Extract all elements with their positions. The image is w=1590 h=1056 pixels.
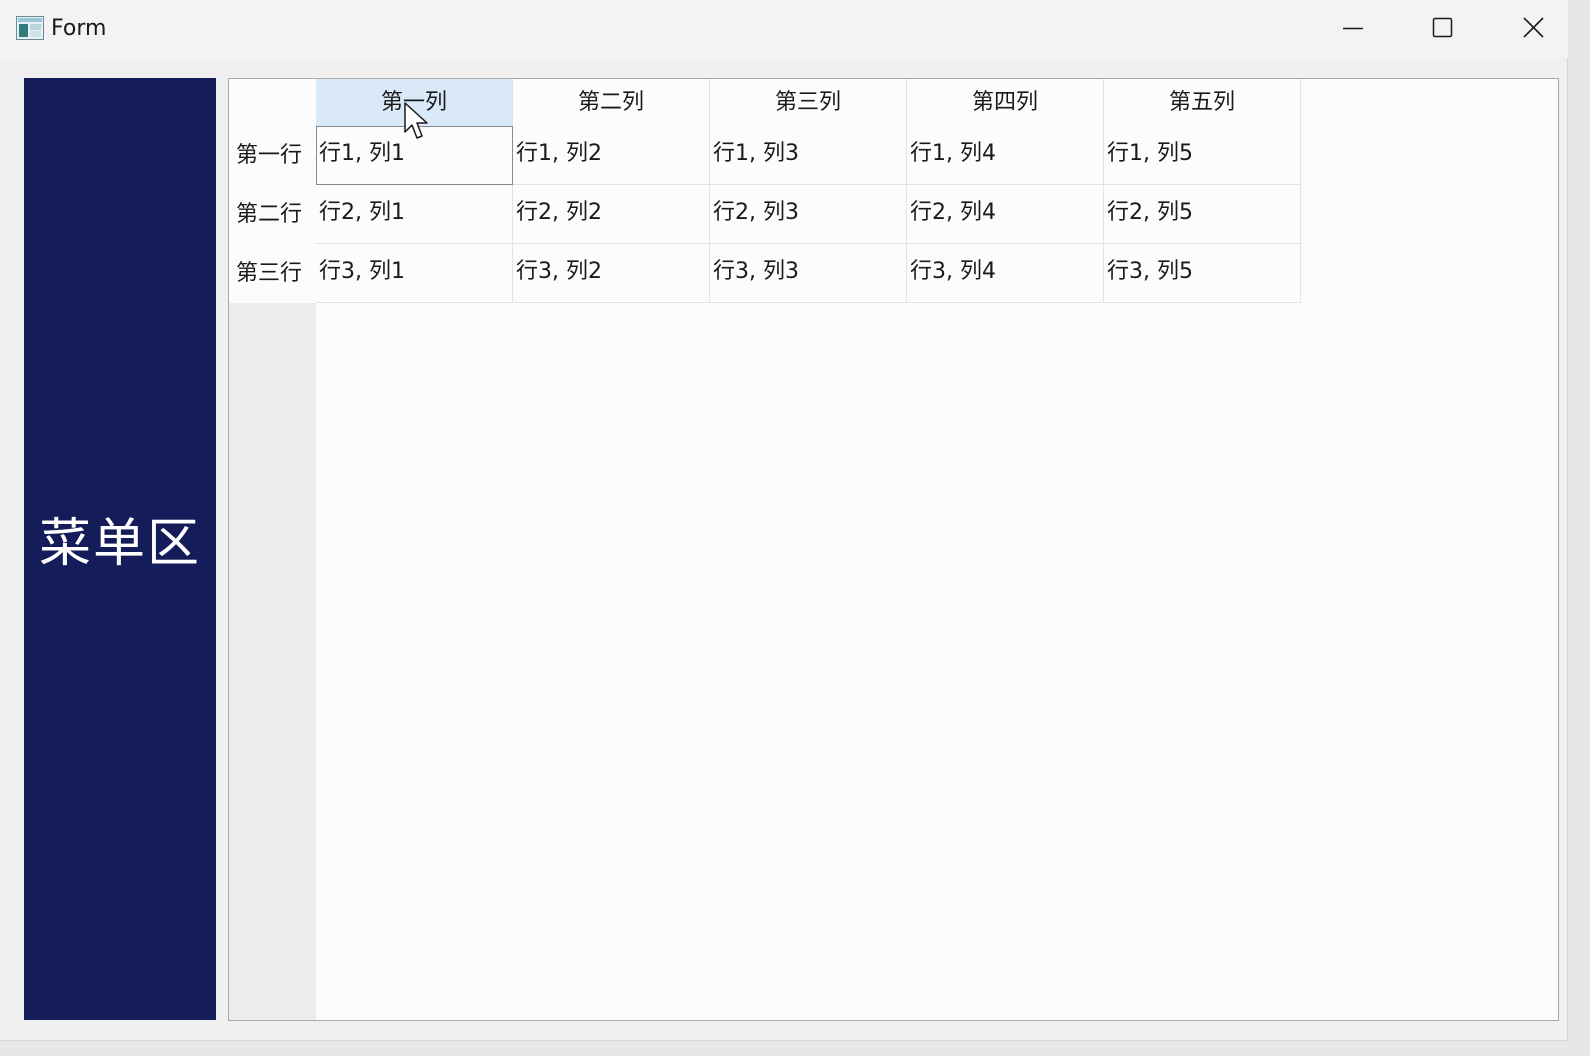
maximize-button[interactable] xyxy=(1398,0,1488,56)
minimize-button[interactable] xyxy=(1308,0,1398,56)
table-cell[interactable]: 行1, 列2 xyxy=(513,126,710,185)
title-bar[interactable]: Form xyxy=(0,0,1568,58)
column-header-5[interactable]: 第五列 xyxy=(1104,79,1301,126)
column-header-4[interactable]: 第四列 xyxy=(907,79,1104,126)
column-header-1[interactable]: 第一列 xyxy=(316,79,513,126)
close-button[interactable] xyxy=(1488,0,1578,56)
corner-header[interactable] xyxy=(229,79,316,126)
table-cell[interactable]: 行3, 列3 xyxy=(710,244,907,303)
window-title: Form xyxy=(51,14,106,44)
close-icon xyxy=(1488,0,1578,56)
table-cell[interactable]: 行1, 列1 xyxy=(316,126,513,185)
table-cell[interactable]: 行3, 列1 xyxy=(316,244,513,303)
row-header-empty-area xyxy=(229,303,316,1021)
minimize-icon xyxy=(1308,0,1398,56)
client-area: 菜单区 第一列 第二列 第三列 第四列 第五列 第一行 第二行 第三行 行1, … xyxy=(0,58,1567,1040)
table-cell[interactable]: 行2, 列3 xyxy=(710,185,907,244)
table-cell[interactable]: 行1, 列5 xyxy=(1104,126,1301,185)
column-header-3[interactable]: 第三列 xyxy=(710,79,907,126)
table-cell[interactable]: 行2, 列2 xyxy=(513,185,710,244)
table-cell[interactable]: 行3, 列2 xyxy=(513,244,710,303)
row-header-3[interactable]: 第三行 xyxy=(229,244,316,303)
table-cell[interactable]: 行2, 列5 xyxy=(1104,185,1301,244)
table-cell[interactable]: 行2, 列4 xyxy=(907,185,1104,244)
app-form-icon xyxy=(16,16,44,40)
form-window: Form 菜单区 第一列 第二列 第三列 第四 xyxy=(0,0,1568,1041)
menu-panel[interactable]: 菜单区 xyxy=(24,78,216,1020)
row-header-2[interactable]: 第二行 xyxy=(229,185,316,244)
table-cell[interactable]: 行2, 列1 xyxy=(316,185,513,244)
column-header-2[interactable]: 第二列 xyxy=(513,79,710,126)
row-header-1[interactable]: 第一行 xyxy=(229,126,316,185)
table-cell[interactable]: 行3, 列4 xyxy=(907,244,1104,303)
maximize-icon xyxy=(1398,0,1488,56)
menu-label: 菜单区 xyxy=(24,514,216,574)
table-cell[interactable]: 行1, 列4 xyxy=(907,126,1104,185)
table-cell[interactable]: 行1, 列3 xyxy=(710,126,907,185)
table-cell[interactable]: 行3, 列5 xyxy=(1104,244,1301,303)
data-grid[interactable]: 第一列 第二列 第三列 第四列 第五列 第一行 第二行 第三行 行1, 列1 行… xyxy=(228,78,1559,1021)
